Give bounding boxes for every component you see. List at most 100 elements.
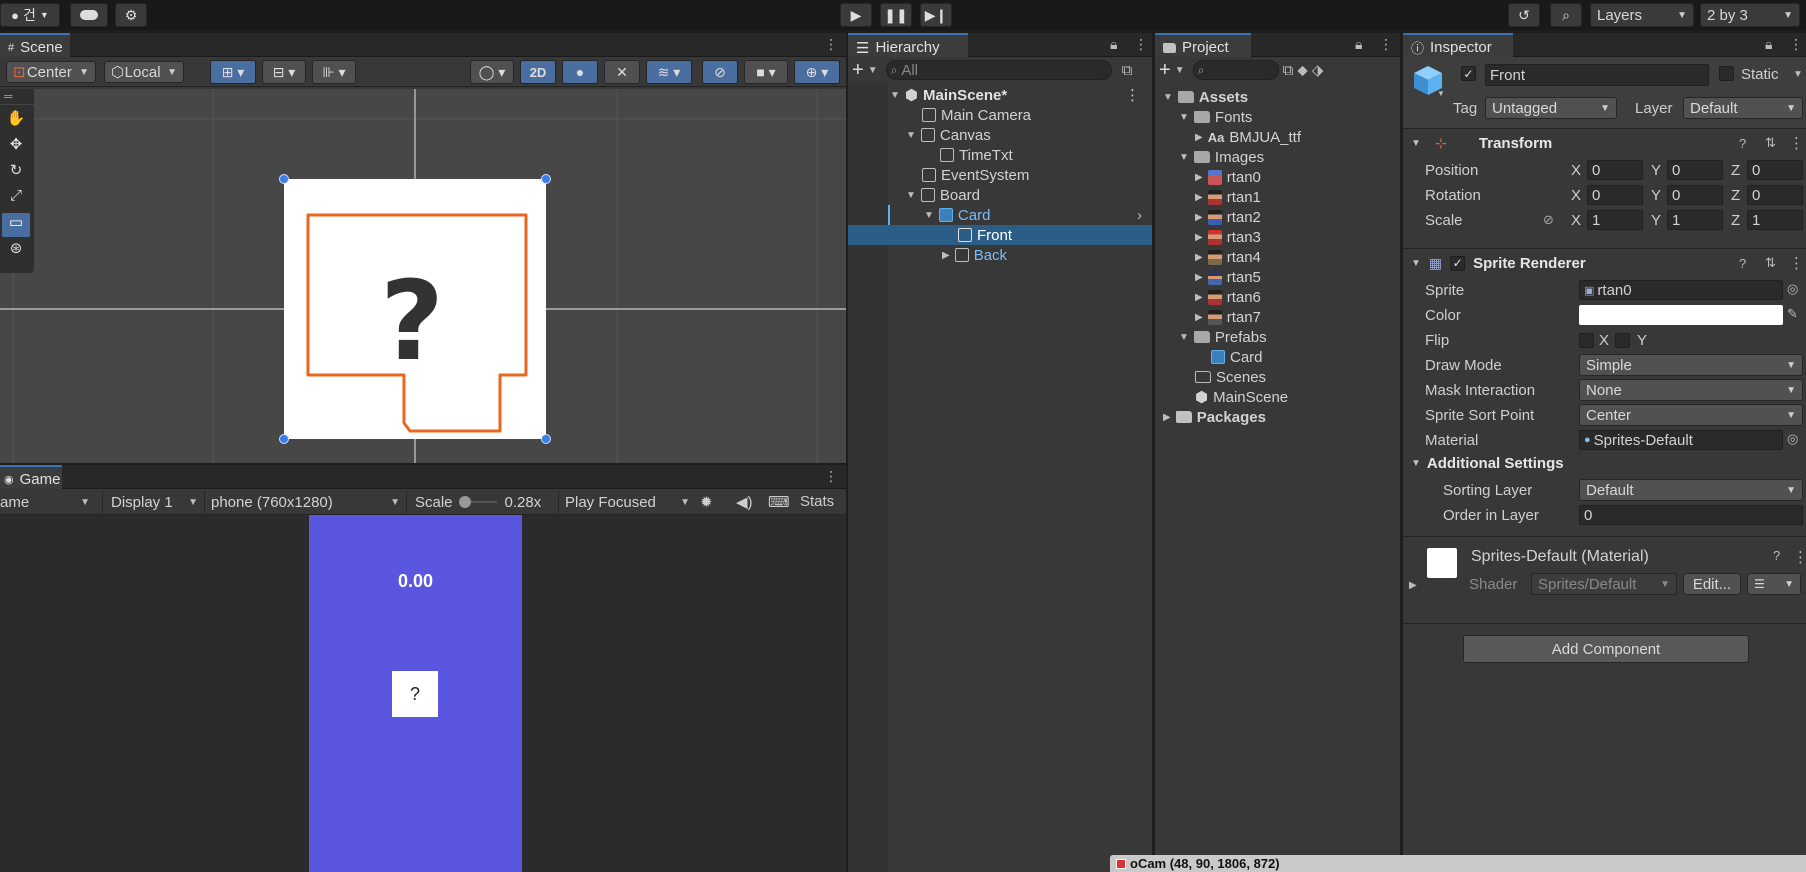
space-dropdown[interactable]: ⬡ Local ▼: [104, 61, 184, 83]
scale-tool[interactable]: ⤢: [2, 187, 30, 211]
tree-item-back[interactable]: ▶ Back: [942, 245, 1007, 265]
constrain-proportions-icon[interactable]: ⊘: [1543, 212, 1554, 228]
project-item-images[interactable]: ▼ Images: [1179, 147, 1264, 167]
search-button[interactable]: ⌕: [1550, 3, 1582, 27]
speaker-icon[interactable]: ◀): [736, 493, 753, 511]
bug-icon[interactable]: ✹: [700, 493, 713, 511]
flip-x-checkbox[interactable]: [1579, 333, 1594, 348]
project-item-rtan1[interactable]: ▶ rtan1: [1195, 187, 1261, 207]
chevron-down-icon[interactable]: ▼: [868, 65, 878, 76]
hand-tool[interactable]: ✋: [2, 109, 30, 133]
project-item-assets[interactable]: ▼ Assets: [1163, 87, 1248, 107]
flip-y-checkbox[interactable]: [1615, 333, 1630, 348]
expand-triangle-icon[interactable]: ▼: [1411, 138, 1421, 149]
tree-item-card[interactable]: ▼ Card ›: [924, 205, 1152, 225]
game-card[interactable]: ?: [392, 671, 438, 717]
camera-button[interactable]: ■ ▾: [744, 60, 788, 84]
chevron-down-icon[interactable]: ▼: [1175, 65, 1185, 76]
visibility-button[interactable]: ⊘: [702, 60, 738, 84]
kebab-menu-icon[interactable]: ⋮: [1789, 254, 1804, 272]
expand-triangle-icon[interactable]: ▼: [906, 190, 916, 201]
collapse-triangle-icon[interactable]: ▶: [1195, 132, 1203, 143]
static-checkbox[interactable]: [1719, 66, 1734, 81]
expand-triangle-icon[interactable]: ▼: [906, 130, 916, 141]
draw-mode-dropdown[interactable]: Simple ▼: [1579, 354, 1803, 376]
transform-tool[interactable]: ⊛: [2, 239, 30, 263]
drag-handle-icon[interactable]: ═: [0, 89, 34, 105]
tree-item-canvas[interactable]: ▼ Canvas: [906, 125, 991, 145]
project-item-rtan2[interactable]: ▶ rtan2: [1195, 207, 1261, 227]
static-chevron-icon[interactable]: ▼: [1793, 69, 1803, 80]
audio-button[interactable]: ✕: [604, 60, 640, 84]
sorting-layer-dropdown[interactable]: Default ▼: [1579, 479, 1803, 501]
rotation-y-input[interactable]: 0: [1667, 185, 1723, 205]
color-swatch[interactable]: [1579, 305, 1783, 325]
kebab-menu-icon[interactable]: ⋮: [824, 36, 838, 53]
eyedropper-icon[interactable]: ✎: [1787, 306, 1798, 322]
resolution-dropdown[interactable]: phone (760x1280) ▼: [204, 491, 404, 513]
material-object-field[interactable]: ● Sprites-Default: [1579, 430, 1783, 450]
kebab-menu-icon[interactable]: ⋮: [1789, 36, 1803, 53]
object-name-input[interactable]: Front: [1485, 64, 1709, 86]
lighting-button[interactable]: ●: [562, 60, 598, 84]
expand-triangle-icon[interactable]: ▼: [1411, 258, 1421, 269]
tab-inspector[interactable]: ⓘ Inspector: [1403, 33, 1513, 57]
tree-item-timetxt[interactable]: TimeTxt: [940, 145, 1013, 165]
collapse-triangle-icon[interactable]: ▶: [1195, 312, 1203, 323]
position-z-input[interactable]: 0: [1747, 160, 1803, 180]
rotate-tool[interactable]: ↻: [2, 161, 30, 185]
expand-triangle-icon[interactable]: ▼: [1179, 332, 1189, 343]
history-button[interactable]: ↺: [1508, 3, 1540, 27]
presets-icon[interactable]: ⇅: [1765, 255, 1776, 271]
tree-item-board[interactable]: ▼ Board: [906, 185, 980, 205]
kebab-menu-icon[interactable]: ⋮: [1789, 134, 1804, 152]
presets-icon[interactable]: ⇅: [1765, 135, 1776, 151]
project-item-prefabs[interactable]: ▼ Prefabs: [1179, 327, 1267, 347]
shader-edit-button[interactable]: Edit...: [1683, 573, 1741, 595]
project-item-rtan3[interactable]: ▶ rtan3: [1195, 227, 1261, 247]
expand-triangle-icon[interactable]: ▼: [924, 210, 934, 221]
scene-viewport[interactable]: ? ═ ✋ ✥ ↻ ⤢ ▭ ⊛: [0, 89, 846, 463]
project-item-scenes[interactable]: Scenes: [1195, 367, 1266, 387]
additional-settings-foldout[interactable]: ▼ Additional Settings: [1411, 455, 1564, 472]
tag-dropdown[interactable]: Untagged ▼: [1485, 97, 1617, 119]
kebab-menu-icon[interactable]: ⋮: [1134, 36, 1148, 53]
project-item-rtan6[interactable]: ▶ rtan6: [1195, 287, 1261, 307]
layers-dropdown[interactable]: Layers ▼: [1590, 3, 1694, 27]
project-search-input[interactable]: ⌕: [1192, 60, 1279, 80]
sprite-object-field[interactable]: ▣ rtan0: [1579, 280, 1783, 300]
game-viewport[interactable]: 0.00 ?: [309, 515, 522, 872]
play-mode-dropdown[interactable]: Play Focused ▼: [558, 491, 694, 513]
layout-dropdown[interactable]: 2 by 3 ▼: [1700, 3, 1800, 27]
rect-handle-tl[interactable]: [279, 174, 289, 184]
account-dropdown[interactable]: ● 건 ▼: [0, 3, 60, 27]
project-item-rtan7[interactable]: ▶ rtan7: [1195, 307, 1261, 327]
collapse-triangle-icon[interactable]: ▶: [1195, 172, 1203, 183]
sprite-renderer-enabled-checkbox[interactable]: ✓: [1450, 255, 1466, 271]
project-item-mainscene[interactable]: ⬢ MainScene: [1195, 387, 1288, 407]
expand-triangle-icon[interactable]: ▼: [1179, 152, 1189, 163]
project-item-rtan0[interactable]: ▶ rtan0: [1195, 167, 1261, 187]
mask-interaction-dropdown[interactable]: None ▼: [1579, 379, 1803, 401]
gameobject-large-icon[interactable]: ▼: [1411, 63, 1445, 98]
collapse-triangle-icon[interactable]: ▶: [1195, 272, 1203, 283]
gizmos-button[interactable]: ⊕ ▾: [794, 60, 840, 84]
scale-x-input[interactable]: 1: [1587, 210, 1643, 230]
project-item-rtan5[interactable]: ▶ rtan5: [1195, 267, 1261, 287]
keyboard-icon[interactable]: ⌨: [768, 493, 790, 511]
hierarchy-search-input[interactable]: ⌕ All: [885, 60, 1112, 80]
rect-handle-br[interactable]: [541, 434, 551, 444]
object-picker-icon[interactable]: ◎: [1787, 431, 1798, 447]
position-y-input[interactable]: 0: [1667, 160, 1723, 180]
kebab-menu-icon[interactable]: ⋮: [1379, 36, 1393, 53]
project-item-rtan4[interactable]: ▶ rtan4: [1195, 247, 1261, 267]
play-button[interactable]: ▶: [840, 3, 872, 27]
project-item-fonts[interactable]: ▼ Fonts: [1179, 107, 1252, 127]
help-icon[interactable]: ?: [1773, 548, 1780, 563]
view-dropdown[interactable]: ame ▼: [0, 491, 96, 513]
grid-snap-button[interactable]: ⊞ ▾: [210, 60, 256, 84]
lock-icon[interactable]: 🔒︎: [1765, 36, 1772, 53]
tree-item-front[interactable]: Front: [958, 225, 1012, 245]
sprite-renderer-header[interactable]: ▼ ▦ ✓ Sprite Renderer ? ⇅ ⋮: [1403, 250, 1806, 276]
tag-icon[interactable]: ⬗: [1312, 61, 1324, 79]
